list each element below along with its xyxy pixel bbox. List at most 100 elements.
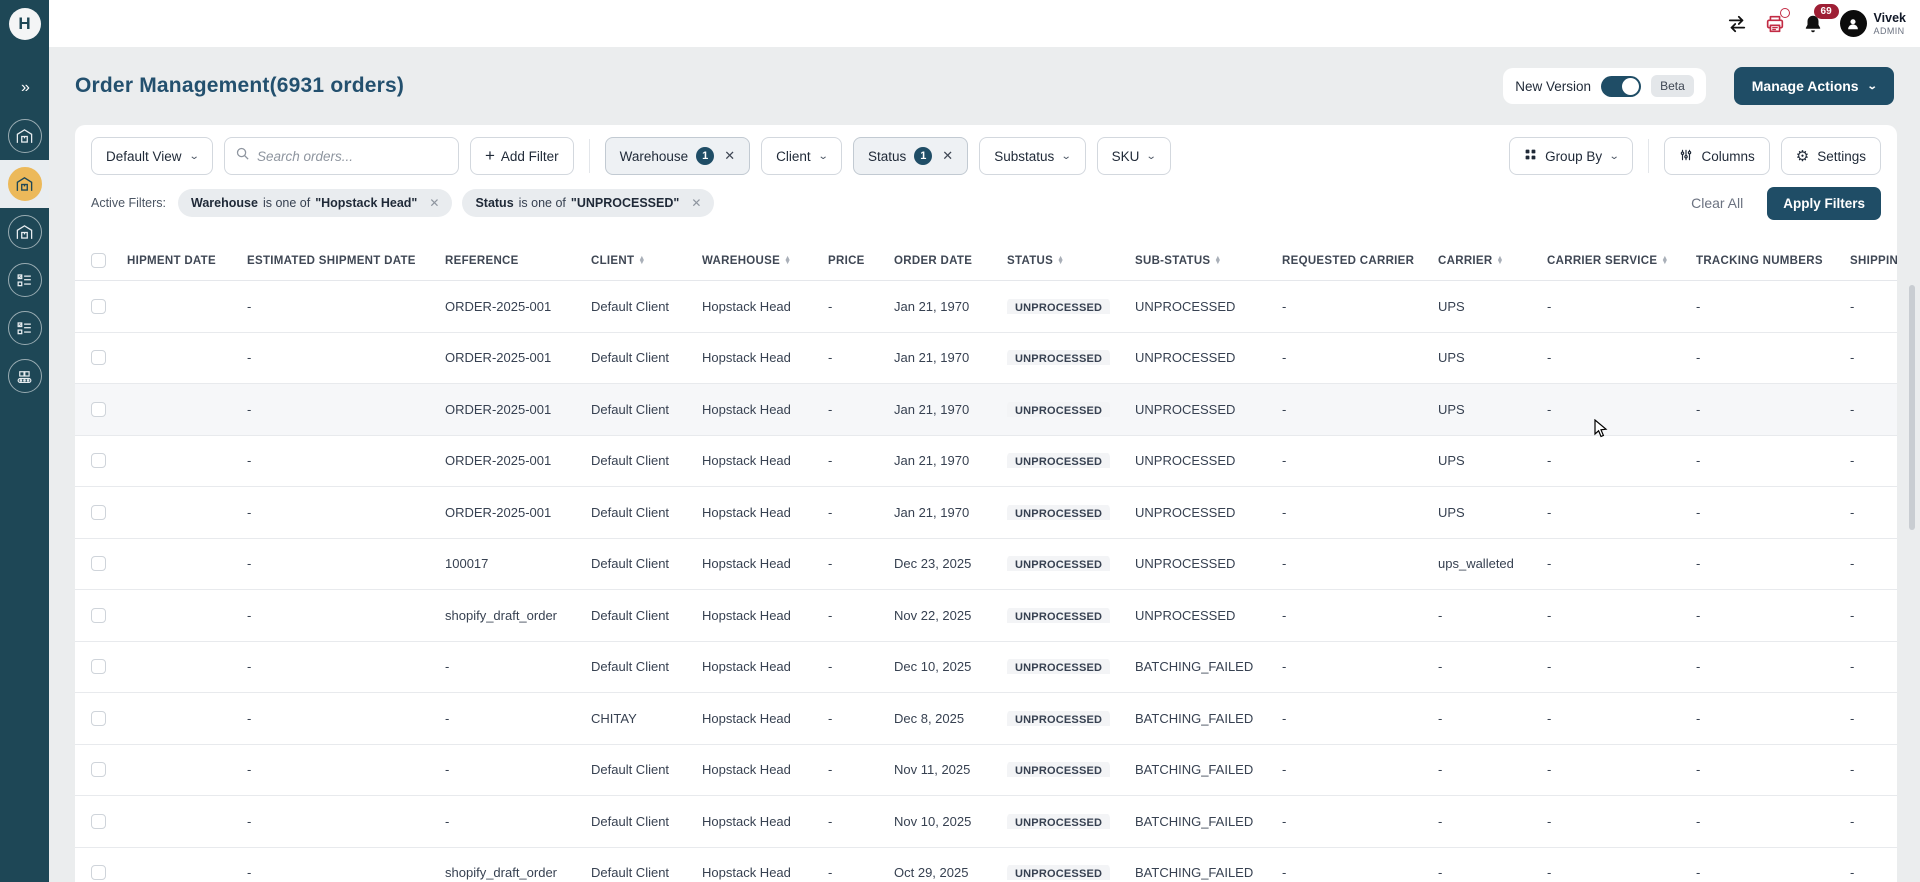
sidebar-item-task-list-2[interactable] [0,304,49,352]
table-row[interactable]: --Default ClientHopstack Head-Dec 10, 20… [75,642,1897,694]
sidebar-item-outbound[interactable] [0,208,49,256]
row-checkbox[interactable] [91,402,106,417]
cell-tracking: - [1696,453,1850,468]
cell-client: Default Client [591,299,702,314]
sort-icon[interactable]: ▲▼ [638,257,645,265]
sidebar-item-packing[interactable] [0,352,49,400]
printer-badge [1780,8,1790,18]
search-box[interactable] [224,137,459,175]
filter-chip-sku[interactable]: SKU ⌄ [1097,137,1171,175]
cell-order_date: Jan 21, 1970 [894,402,1007,417]
table-row[interactable]: -ORDER-2025-001Default ClientHopstack He… [75,281,1897,333]
column-header-price: PRICE [828,255,894,267]
checklist-icon [8,263,42,297]
table-row[interactable]: -shopify_draft_orderDefault ClientHopsta… [75,848,1897,882]
brand-logo[interactable]: H [0,0,49,48]
cell-warehouse: Hopstack Head [702,814,828,829]
table-row[interactable]: --Default ClientHopstack Head-Nov 11, 20… [75,745,1897,797]
new-version-toggle[interactable] [1601,76,1641,97]
warehouse-box-icon [8,119,42,153]
table-row[interactable]: -ORDER-2025-001Default ClientHopstack He… [75,384,1897,436]
bell-icon[interactable]: 69 [1802,13,1824,35]
table-row[interactable]: -ORDER-2025-001Default ClientHopstack He… [75,487,1897,539]
sort-icon[interactable]: ▲▼ [1214,257,1221,265]
close-icon[interactable]: ✕ [691,196,701,210]
sort-icon[interactable]: ▲▼ [784,257,791,265]
filter-chip-client[interactable]: Client ⌄ [761,137,842,175]
column-header-carrier[interactable]: CARRIER▲▼ [1438,255,1547,267]
divider [1648,139,1649,173]
sidebar-item-task-list-1[interactable] [0,256,49,304]
view-selector[interactable]: Default View ⌄ [91,137,213,175]
column-header-order_date: ORDER DATE [894,255,1007,267]
cell-shipping: - [1850,814,1897,829]
swap-arrows-icon[interactable] [1726,15,1748,33]
sidebar-expand-button[interactable]: » [0,68,49,108]
column-label: CARRIER SERVICE [1547,255,1657,267]
column-label: PRICE [828,255,865,267]
column-header-client[interactable]: CLIENT▲▼ [591,255,702,267]
row-checkbox[interactable] [91,350,106,365]
row-checkbox[interactable] [91,865,106,880]
table-row[interactable]: -ORDER-2025-001Default ClientHopstack He… [75,436,1897,488]
row-checkbox[interactable] [91,505,106,520]
search-input[interactable] [257,149,448,164]
vertical-scrollbar[interactable] [1909,285,1915,530]
select-all-checkbox[interactable] [91,253,106,268]
table-row[interactable]: -100017Default ClientHopstack Head-Dec 2… [75,539,1897,591]
table-row[interactable]: --CHITAYHopstack Head-Dec 8, 2025UNPROCE… [75,693,1897,745]
filter-chip-substatus[interactable]: Substatus ⌄ [979,137,1085,175]
cell-tracking: - [1696,814,1850,829]
group-by-button[interactable]: Group By ⌄ [1509,137,1633,175]
filter-chip-warehouse[interactable]: Warehouse 1 ✕ [605,137,750,175]
column-header-warehouse[interactable]: WAREHOUSE▲▼ [702,255,828,267]
printer-icon[interactable] [1764,13,1786,35]
filter-operator: is one of [263,196,310,210]
sort-icon[interactable]: ▲▼ [1661,257,1668,265]
column-header-reference: REFERENCE [445,255,591,267]
close-icon[interactable]: ✕ [429,196,439,210]
order-management-page: H » [0,0,1920,882]
page-header: Order Management(6931 orders) New Versio… [49,47,1920,125]
column-header-substatus[interactable]: SUB-STATUS▲▼ [1135,255,1282,267]
user-menu[interactable]: Vivek ADMIN [1840,10,1906,37]
row-checkbox[interactable] [91,608,106,623]
row-checkbox[interactable] [91,659,106,674]
clear-all-button[interactable]: Clear All [1691,195,1743,211]
filter-chip-status[interactable]: Status 1 ✕ [853,137,968,175]
sort-icon[interactable]: ▲▼ [1497,257,1504,265]
sidebar-item-inbound[interactable] [0,112,49,160]
settings-button[interactable]: ⚙ Settings [1781,137,1881,175]
orders-table: SHIPMENT DATEESTIMATED SHIPMENT DATEREFE… [75,241,1897,882]
column-header-carrier_service[interactable]: CARRIER SERVICE ▲▼ [1547,255,1696,267]
row-checkbox[interactable] [91,711,106,726]
cell-tracking: - [1696,659,1850,674]
plus-icon: + [485,146,495,166]
cell-price: - [828,556,894,571]
cell-substatus: UNPROCESSED [1135,608,1282,623]
filter-value: "Hopstack Head" [315,196,417,210]
manage-actions-button[interactable]: Manage Actions ⌄ [1734,67,1894,105]
cell-carrier_service: - [1547,608,1696,623]
chevron-down-icon: ⌄ [1866,81,1877,92]
table-row[interactable]: --Default ClientHopstack Head-Nov 10, 20… [75,796,1897,848]
columns-button[interactable]: Columns [1664,137,1769,175]
cell-warehouse: Hopstack Head [702,608,828,623]
apply-filters-button[interactable]: Apply Filters [1767,187,1881,220]
close-icon[interactable]: ✕ [724,148,735,164]
row-checkbox[interactable] [91,556,106,571]
close-icon[interactable]: ✕ [942,148,953,164]
row-checkbox[interactable] [91,762,106,777]
cell-order_date: Jan 21, 1970 [894,453,1007,468]
cell-client: Default Client [591,762,702,777]
row-checkbox[interactable] [91,453,106,468]
sort-icon[interactable]: ▲▼ [1057,257,1064,265]
filter-field: Warehouse [191,196,258,210]
table-row[interactable]: -ORDER-2025-001Default ClientHopstack He… [75,333,1897,385]
row-checkbox[interactable] [91,299,106,314]
column-header-status[interactable]: STATUS▲▼ [1007,255,1135,267]
sidebar-item-order-management[interactable] [0,160,49,208]
add-filter-button[interactable]: + Add Filter [470,137,574,175]
row-checkbox[interactable] [91,814,106,829]
table-row[interactable]: -shopify_draft_orderDefault ClientHopsta… [75,590,1897,642]
